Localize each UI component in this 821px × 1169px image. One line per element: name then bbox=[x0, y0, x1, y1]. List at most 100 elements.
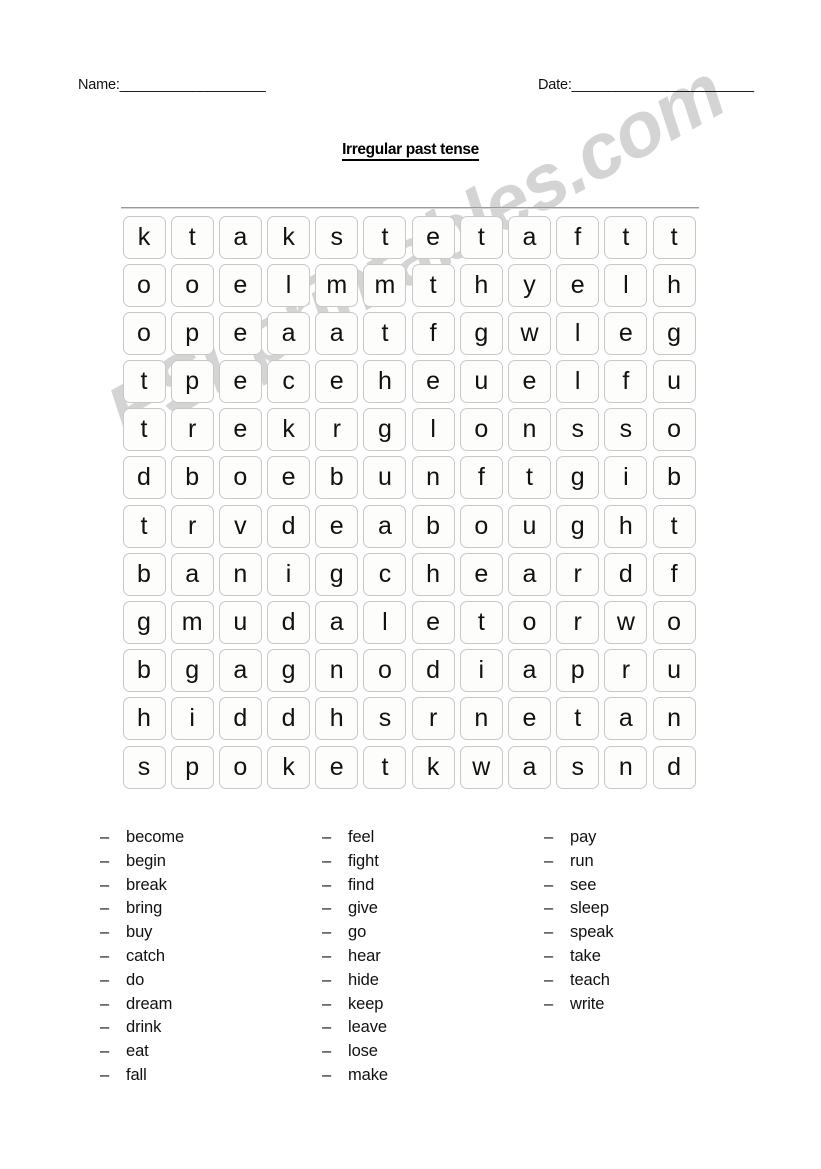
word-list-item[interactable]: – make bbox=[322, 1064, 544, 1088]
grid-cell[interactable]: a bbox=[363, 504, 407, 548]
word-list-item[interactable]: – catch bbox=[100, 945, 322, 969]
word-list-item[interactable]: – drink bbox=[100, 1016, 322, 1040]
grid-cell[interactable]: e bbox=[411, 360, 455, 404]
word-list-item[interactable]: – leave bbox=[322, 1016, 544, 1040]
grid-cell[interactable]: d bbox=[218, 697, 262, 741]
grid-cell[interactable]: r bbox=[315, 408, 359, 452]
grid-cell[interactable]: e bbox=[218, 408, 262, 452]
grid-cell[interactable]: r bbox=[556, 601, 600, 644]
grid-cell[interactable]: e bbox=[315, 360, 359, 404]
grid-cell[interactable]: g bbox=[459, 311, 503, 355]
grid-cell[interactable]: g bbox=[556, 504, 600, 548]
grid-cell[interactable]: s bbox=[556, 745, 600, 789]
grid-cell[interactable]: g bbox=[652, 311, 696, 355]
grid-cell[interactable]: f bbox=[652, 552, 696, 596]
grid-cell[interactable]: m bbox=[315, 263, 359, 307]
grid-cell[interactable]: t bbox=[122, 504, 166, 548]
grid-cell[interactable]: f bbox=[604, 360, 648, 404]
grid-cell[interactable]: u bbox=[363, 456, 407, 500]
grid-cell[interactable]: g bbox=[170, 649, 214, 693]
grid-cell[interactable]: m bbox=[363, 263, 407, 307]
grid-cell[interactable]: r bbox=[556, 552, 600, 596]
grid-cell[interactable]: l bbox=[267, 263, 311, 307]
word-list-item[interactable]: – break bbox=[100, 874, 322, 898]
grid-cell[interactable]: p bbox=[170, 311, 214, 355]
grid-cell[interactable]: e bbox=[218, 311, 262, 355]
grid-cell[interactable]: m bbox=[170, 601, 214, 644]
grid-cell[interactable]: u bbox=[459, 360, 503, 404]
grid-cell[interactable]: r bbox=[604, 649, 648, 693]
grid-cell[interactable]: b bbox=[170, 456, 214, 500]
grid-cell[interactable]: f bbox=[411, 311, 455, 355]
grid-cell[interactable]: o bbox=[122, 263, 166, 307]
word-list-item[interactable]: – become bbox=[100, 826, 322, 850]
grid-cell[interactable]: w bbox=[459, 745, 503, 789]
grid-cell[interactable]: a bbox=[315, 311, 359, 355]
grid-cell[interactable]: w bbox=[508, 311, 551, 355]
grid-cell[interactable]: n bbox=[652, 697, 696, 741]
grid-cell[interactable]: h bbox=[411, 552, 455, 596]
grid-cell[interactable]: d bbox=[267, 601, 311, 644]
grid-cell[interactable]: g bbox=[556, 456, 600, 500]
grid-cell[interactable]: o bbox=[218, 456, 262, 500]
grid-cell[interactable]: i bbox=[459, 649, 503, 693]
grid-cell[interactable]: b bbox=[122, 649, 166, 693]
grid-cell[interactable]: n bbox=[508, 408, 551, 452]
word-list-item[interactable]: – hide bbox=[322, 969, 544, 993]
grid-cell[interactable]: d bbox=[411, 649, 455, 693]
word-list-item[interactable]: – see bbox=[544, 874, 766, 898]
word-list-item[interactable]: – find bbox=[322, 874, 544, 898]
grid-cell[interactable]: g bbox=[363, 408, 407, 452]
grid-cell[interactable]: d bbox=[267, 697, 311, 741]
grid-cell[interactable]: c bbox=[267, 360, 311, 404]
grid-cell[interactable]: e bbox=[315, 745, 359, 789]
grid-cell[interactable]: e bbox=[508, 697, 551, 741]
grid-cell[interactable]: a bbox=[508, 552, 551, 596]
name-field[interactable]: Name:____________________ bbox=[78, 76, 266, 94]
grid-cell[interactable]: h bbox=[315, 697, 359, 741]
grid-cell[interactable]: a bbox=[508, 215, 551, 259]
grid-cell[interactable]: b bbox=[122, 552, 166, 596]
grid-cell[interactable]: o bbox=[363, 649, 407, 693]
grid-cell[interactable]: h bbox=[122, 697, 166, 741]
grid-cell[interactable]: e bbox=[508, 360, 551, 404]
grid-cell[interactable]: a bbox=[267, 311, 311, 355]
grid-cell[interactable]: s bbox=[122, 745, 166, 789]
word-list-item[interactable]: – write bbox=[544, 993, 766, 1017]
grid-cell[interactable]: r bbox=[411, 697, 455, 741]
grid-cell[interactable]: b bbox=[315, 456, 359, 500]
grid-cell[interactable]: e bbox=[315, 504, 359, 548]
word-list-item[interactable]: – give bbox=[322, 897, 544, 921]
grid-cell[interactable]: e bbox=[604, 311, 648, 355]
grid-cell[interactable]: s bbox=[315, 215, 359, 259]
word-list-item[interactable]: – fall bbox=[100, 1064, 322, 1088]
grid-cell[interactable]: e bbox=[411, 601, 455, 644]
grid-cell[interactable]: t bbox=[652, 504, 696, 548]
grid-cell[interactable]: k bbox=[267, 408, 311, 452]
grid-cell[interactable]: p bbox=[556, 649, 600, 693]
grid-cell[interactable]: g bbox=[122, 601, 166, 644]
grid-cell[interactable]: t bbox=[459, 601, 503, 644]
grid-cell[interactable]: f bbox=[459, 456, 503, 500]
grid-cell[interactable]: t bbox=[604, 215, 648, 259]
word-list-item[interactable]: – begin bbox=[100, 850, 322, 874]
grid-cell[interactable]: a bbox=[218, 649, 262, 693]
grid-cell[interactable]: t bbox=[363, 745, 407, 789]
word-list-item[interactable]: – dream bbox=[100, 993, 322, 1017]
word-list-item[interactable]: – teach bbox=[544, 969, 766, 993]
grid-cell[interactable]: e bbox=[411, 215, 455, 259]
word-list-item[interactable]: – sleep bbox=[544, 897, 766, 921]
grid-cell[interactable]: l bbox=[556, 360, 600, 404]
grid-cell[interactable]: e bbox=[218, 263, 262, 307]
grid-cell[interactable]: d bbox=[122, 456, 166, 500]
grid-cell[interactable]: d bbox=[604, 552, 648, 596]
grid-cell[interactable]: h bbox=[652, 263, 696, 307]
grid-cell[interactable]: a bbox=[170, 552, 214, 596]
grid-cell[interactable]: t bbox=[411, 263, 455, 307]
grid-cell[interactable]: a bbox=[604, 697, 648, 741]
word-list-item[interactable]: – eat bbox=[100, 1040, 322, 1064]
grid-cell[interactable]: n bbox=[218, 552, 262, 596]
grid-cell[interactable]: b bbox=[411, 504, 455, 548]
grid-cell[interactable]: h bbox=[604, 504, 648, 548]
grid-cell[interactable]: i bbox=[170, 697, 214, 741]
